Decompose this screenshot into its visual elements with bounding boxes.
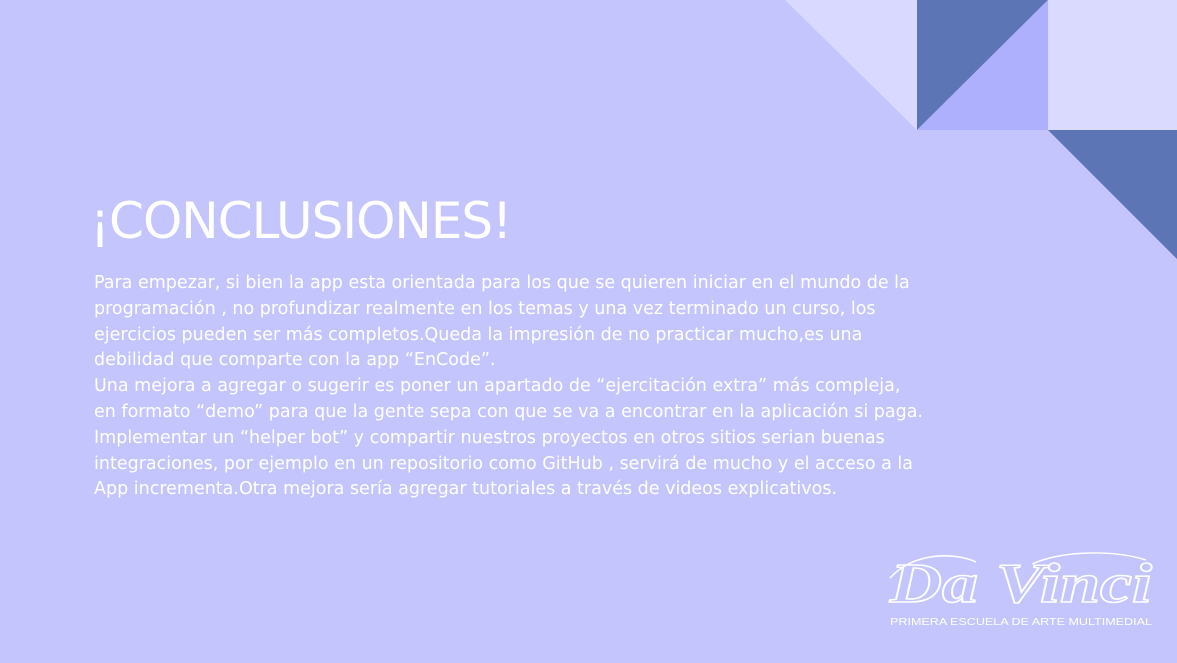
logo-wordmark: Da Vinci [889,553,1153,615]
body-line: Implementar un “helper bot” y compartir … [94,427,885,448]
body-line: Una mejora a agregar o sugerir es poner … [94,376,901,397]
body-line: ejercicios pueden ser más completos.Qued… [94,324,863,345]
body-line: App incrementa.Otra mejora sería agregar… [94,479,838,500]
body-line: en formato “demo” para que la gente sepa… [94,401,923,422]
slide-body: Para empezar, si bien la app esta orient… [94,271,994,503]
logo-tagline: PRIMERA ESCUELA DE ARTE MULTIMEDIAL [890,616,1152,628]
slide-title: ¡CONCLUSIONES! [90,192,512,250]
body-line: Para empezar, si bien la app esta orient… [94,273,910,293]
body-line: integraciones, por ejemplo en un reposit… [94,453,914,474]
body-line: debilidad que comparte con la app “EnCod… [94,350,496,371]
slide: ¡CONCLUSIONES! Para empezar, si bien la … [0,0,1177,663]
body-line: programación , no profundizar realmente … [94,298,876,319]
davinci-logo: Da Vinci PRIMERA ESCUELA DE ARTE MULTIME… [888,552,1153,628]
decor-light-square [1048,0,1177,130]
